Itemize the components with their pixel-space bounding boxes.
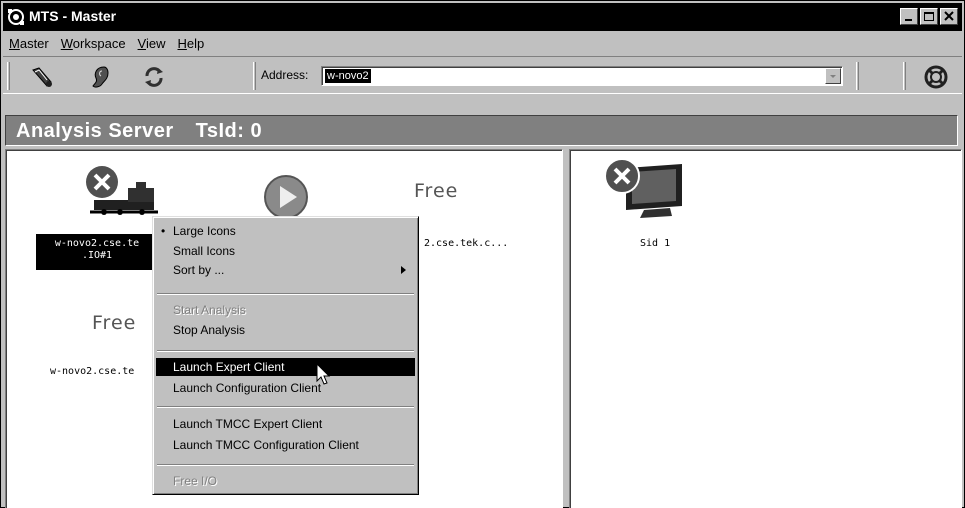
item-label: w-novo2.cse.te	[50, 366, 135, 377]
menu-master-label: aster	[19, 36, 49, 51]
tsid-label: TsId: 0	[195, 120, 263, 142]
connect-icon[interactable]	[29, 64, 55, 90]
menu-view[interactable]: View	[138, 36, 166, 51]
menu-item-sort-by[interactable]: Sort by ...	[156, 261, 415, 279]
item-label-line1: w-novo2.cse.te	[54, 238, 140, 249]
menu-item-label: Large Icons	[173, 224, 236, 238]
bullet-icon: •	[161, 224, 166, 238]
session-label[interactable]: Sid 1	[640, 238, 670, 250]
menu-item-label: Free I/O	[173, 474, 218, 488]
ear-icon[interactable]	[88, 64, 114, 90]
item-label-line2: .IO#1	[81, 250, 113, 261]
submenu-arrow-icon	[401, 266, 406, 274]
toolbar-grip[interactable]	[856, 62, 859, 90]
menu-separator	[157, 293, 414, 295]
menu-item-start-analysis: Start Analysis	[156, 301, 415, 319]
menu-item-launch-tmcc-configuration-client[interactable]: Launch TMCC Configuration Client	[156, 436, 415, 454]
menu-help-label: elp	[186, 36, 205, 51]
refresh-icon[interactable]	[141, 64, 167, 90]
toolbar-grip[interactable]	[7, 62, 10, 90]
help-ring-icon[interactable]	[923, 64, 949, 90]
address-label: Address:	[261, 68, 309, 82]
menu-item-label: Stop Analysis	[173, 323, 246, 337]
server-banner: Analysis Server TsId: 0	[5, 115, 958, 146]
menu-workspace-label: orkspace	[72, 36, 126, 51]
maximize-button[interactable]	[920, 8, 938, 25]
menu-item-launch-configuration-client[interactable]: Launch Configuration Client	[156, 379, 415, 397]
toolbar-grip[interactable]	[253, 62, 256, 90]
app-logo-icon	[8, 9, 24, 25]
menu-workspace[interactable]: Workspace	[61, 36, 126, 51]
chevron-down-icon	[830, 75, 836, 78]
selected-item-label[interactable]: w-novo2.cse.te .IO#1	[36, 234, 158, 270]
menu-master[interactable]: Master	[9, 36, 49, 51]
monitor-stopped-icon[interactable]	[600, 154, 696, 220]
menu-item-launch-expert-client[interactable]: Launch Expert Client	[156, 358, 415, 376]
menu-bar: Master Workspace View Help	[3, 32, 962, 55]
address-dropdown-button[interactable]	[825, 68, 841, 84]
mts-master-window: MTS - Master Master Workspace View Help	[0, 0, 965, 508]
address-value: w-novo2	[325, 69, 371, 83]
menu-item-launch-tmcc-expert-client[interactable]: Launch TMCC Expert Client	[156, 415, 415, 433]
session-list-pane[interactable]: Sid 1	[569, 149, 962, 508]
maximize-icon	[924, 12, 934, 21]
play-icon[interactable]	[261, 172, 311, 222]
menu-item-free-io: Free I/O	[156, 472, 415, 490]
window-controls	[900, 8, 958, 25]
context-menu: • Large Icons Small Icons Sort by ... St…	[152, 216, 419, 495]
train-stopped-icon[interactable]	[80, 160, 164, 218]
menu-item-label: Launch TMCC Configuration Client	[173, 438, 359, 452]
window-title: MTS - Master	[29, 8, 117, 24]
menu-item-label: Launch Expert Client	[173, 360, 285, 374]
server-name: Analysis Server	[16, 120, 174, 142]
close-button[interactable]	[940, 8, 958, 25]
menu-view-label: iew	[145, 36, 166, 51]
free-slot-label: Free	[414, 180, 459, 202]
toolbar-grip[interactable]	[903, 62, 906, 90]
minimize-icon	[905, 19, 912, 21]
menu-separator	[157, 406, 414, 408]
item-label: 2.cse.tek.c...	[424, 238, 509, 249]
close-icon	[944, 11, 954, 21]
menu-item-label: Launch Configuration Client	[173, 381, 322, 395]
address-combobox[interactable]: w-novo2	[321, 66, 843, 86]
menu-help[interactable]: Help	[178, 36, 205, 51]
menu-item-large-icons[interactable]: • Large Icons	[156, 222, 415, 240]
menu-item-small-icons[interactable]: Small Icons	[156, 242, 415, 260]
menu-item-stop-analysis[interactable]: Stop Analysis	[156, 321, 415, 339]
menu-separator	[157, 464, 414, 466]
menu-item-label: Small Icons	[173, 244, 236, 258]
menu-separator	[157, 350, 414, 352]
menu-item-label: Launch TMCC Expert Client	[173, 417, 323, 431]
free-slot-label: Free	[92, 312, 137, 334]
minimize-button[interactable]	[900, 8, 918, 25]
title-bar[interactable]: MTS - Master	[3, 3, 962, 31]
menu-item-label: Start Analysis	[173, 303, 246, 317]
toolbar: Address: w-novo2	[3, 56, 962, 94]
mouse-cursor-icon	[316, 363, 331, 385]
menu-item-label: Sort by ...	[173, 263, 225, 277]
